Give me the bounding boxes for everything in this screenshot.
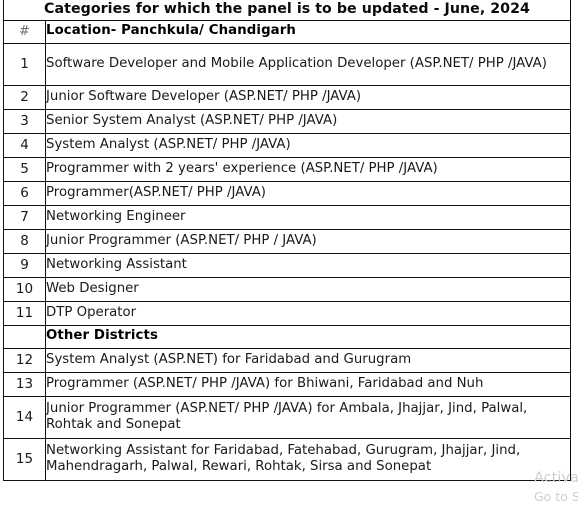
row-description: Programmer(ASP.NET/ PHP /JAVA) [45, 180, 571, 206]
row-number: 9 [3, 252, 46, 278]
table-row: 2 Junior Software Developer (ASP.NET/ PH… [3, 84, 571, 110]
table-row: 15 Networking Assistant for Faridabad, F… [3, 437, 571, 481]
table-row: 14 Junior Programmer (ASP.NET/ PHP /JAVA… [3, 395, 571, 439]
row-number: 13 [3, 371, 46, 397]
row-description: Networking Assistant [45, 252, 571, 278]
row-description: Programmer with 2 years' experience (ASP… [45, 156, 571, 182]
row-number: 2 [3, 84, 46, 110]
row-number: 11 [3, 300, 46, 326]
column-header-number: # [3, 19, 46, 44]
row-description: DTP Operator [45, 300, 571, 326]
page-title: Categories for which the panel is to be … [3, 0, 571, 21]
table-header-row: # Location- Panchkula/ Chandigarh [3, 19, 571, 44]
table-row: 10 Web Designer [3, 276, 571, 302]
row-number: 1 [3, 42, 46, 86]
row-number: 7 [3, 204, 46, 230]
section-number [3, 324, 46, 349]
row-number: 14 [3, 395, 46, 439]
row-description: Programmer (ASP.NET/ PHP /JAVA) for Bhiw… [45, 371, 571, 397]
row-description: Web Designer [45, 276, 571, 302]
row-description: Senior System Analyst (ASP.NET/ PHP /JAV… [45, 108, 571, 134]
row-number: 4 [3, 132, 46, 158]
row-number: 3 [3, 108, 46, 134]
row-description: System Analyst (ASP.NET) for Faridabad a… [45, 347, 571, 373]
table-row: 6 Programmer(ASP.NET/ PHP /JAVA) [3, 180, 571, 206]
table-row: 3 Senior System Analyst (ASP.NET/ PHP /J… [3, 108, 571, 134]
section-header-other-districts: Other Districts [3, 324, 571, 349]
table-row: 13 Programmer (ASP.NET/ PHP /JAVA) for B… [3, 371, 571, 397]
row-description: Software Developer and Mobile Applicatio… [45, 42, 571, 86]
document-body: Categories for which the panel is to be … [3, 0, 571, 481]
row-description: Networking Assistant for Faridabad, Fate… [45, 437, 571, 481]
row-description: Networking Engineer [45, 204, 571, 230]
row-number: 5 [3, 156, 46, 182]
row-description: System Analyst (ASP.NET/ PHP /JAVA) [45, 132, 571, 158]
row-number: 15 [3, 437, 46, 481]
row-description: Junior Programmer (ASP.NET/ PHP /JAVA) f… [45, 395, 571, 439]
table-row: 4 System Analyst (ASP.NET/ PHP /JAVA) [3, 132, 571, 158]
row-number: 10 [3, 276, 46, 302]
table-row: 8 Junior Programmer (ASP.NET/ PHP / JAVA… [3, 228, 571, 254]
row-description: Junior Programmer (ASP.NET/ PHP / JAVA) [45, 228, 571, 254]
table-row: 7 Networking Engineer [3, 204, 571, 230]
table-row: 9 Networking Assistant [3, 252, 571, 278]
table-row: 5 Programmer with 2 years' experience (A… [3, 156, 571, 182]
row-description: Junior Software Developer (ASP.NET/ PHP … [45, 84, 571, 110]
section-label: Other Districts [45, 324, 571, 349]
watermark-line-2: Go to Settings to activate Windows. [534, 489, 578, 504]
row-number: 8 [3, 228, 46, 254]
row-number: 6 [3, 180, 46, 206]
categories-table: Categories for which the panel is to be … [3, 0, 571, 481]
row-number: 12 [3, 347, 46, 373]
table-row: 12 System Analyst (ASP.NET) for Faridaba… [3, 347, 571, 373]
column-header-location: Location- Panchkula/ Chandigarh [45, 19, 571, 44]
table-title-row: Categories for which the panel is to be … [3, 0, 571, 21]
table-row: 11 DTP Operator [3, 300, 571, 326]
table-row: 1 Software Developer and Mobile Applicat… [3, 42, 571, 86]
